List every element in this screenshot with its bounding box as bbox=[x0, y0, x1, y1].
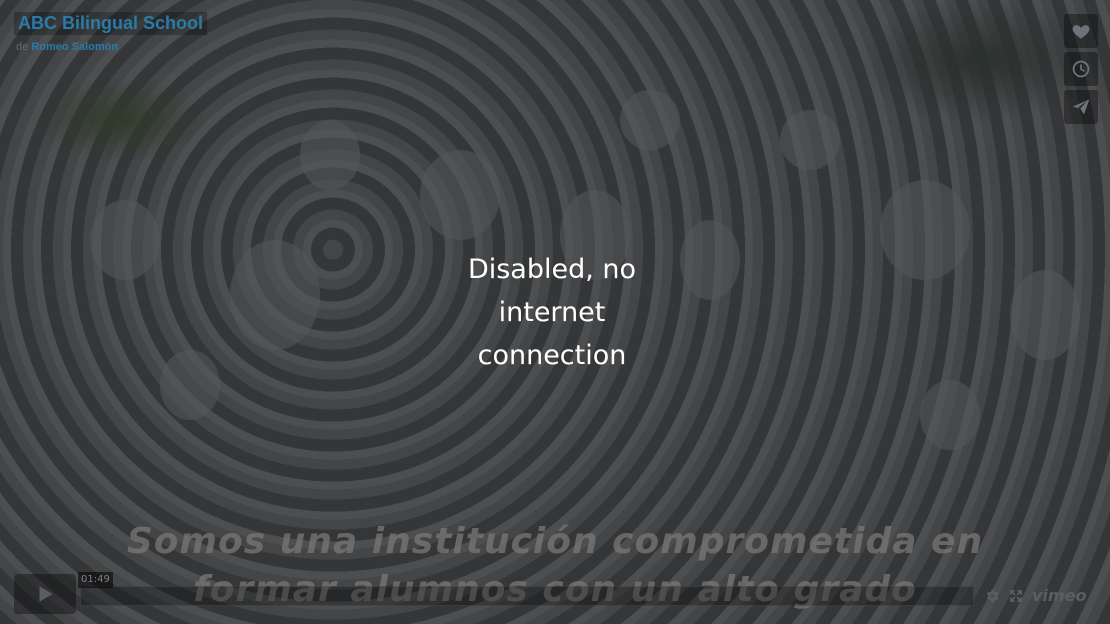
byline-prefix: de bbox=[16, 41, 29, 53]
play-icon bbox=[39, 586, 53, 602]
share-button[interactable] bbox=[1064, 90, 1098, 124]
paper-plane-icon bbox=[1072, 99, 1090, 115]
caption-line-1: Somos una institución comprometida en bbox=[126, 521, 984, 562]
author-link[interactable]: Romeo Salomón bbox=[31, 41, 118, 53]
video-byline: de Romeo Salomón bbox=[14, 41, 207, 53]
video-title[interactable]: ABC Bilingual School bbox=[14, 12, 208, 35]
player-controls: 01:49 vimeo bbox=[0, 572, 1110, 620]
video-header: ABC Bilingual School de Romeo Salomón bbox=[14, 12, 208, 53]
play-button[interactable] bbox=[14, 574, 76, 614]
vimeo-logo[interactable]: vimeo bbox=[1032, 588, 1086, 604]
no-connection-message: Disabled, no internet connection bbox=[467, 254, 637, 371]
clock-icon bbox=[1072, 60, 1090, 78]
watch-later-button[interactable] bbox=[1064, 52, 1098, 86]
like-button[interactable] bbox=[1064, 14, 1098, 48]
video-player[interactable]: ABC Bilingual School de Romeo Salomón Di… bbox=[0, 0, 1110, 624]
gear-icon[interactable] bbox=[984, 588, 1000, 604]
progress-bar[interactable] bbox=[80, 586, 974, 606]
right-controls: vimeo bbox=[984, 588, 1086, 604]
side-actions bbox=[1064, 14, 1098, 124]
time-display: 01:49 bbox=[78, 572, 113, 588]
heart-icon bbox=[1072, 25, 1090, 39]
fullscreen-icon[interactable] bbox=[1008, 588, 1024, 604]
